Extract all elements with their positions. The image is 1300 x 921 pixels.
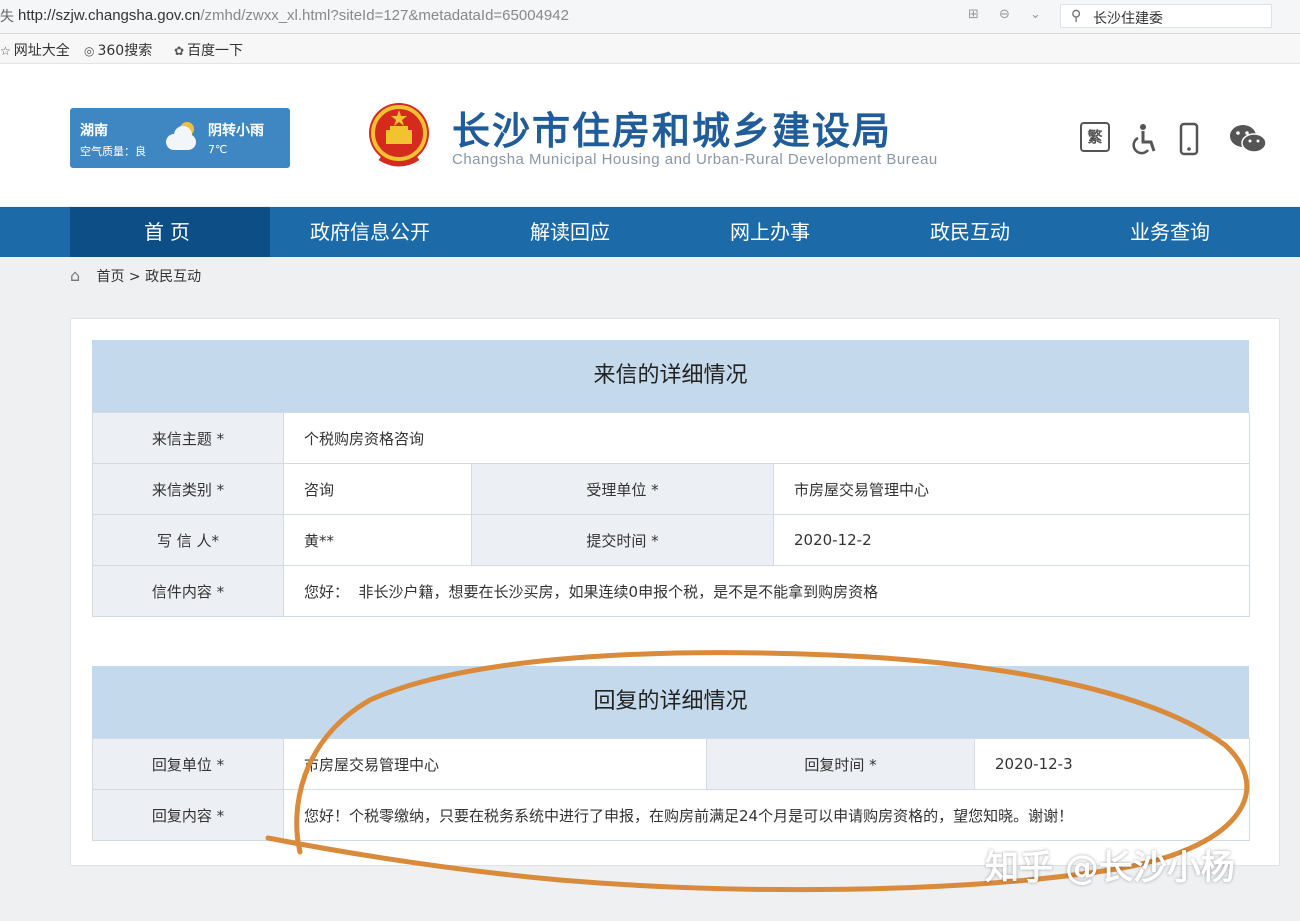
national-emblem-icon xyxy=(369,103,429,167)
letter-section-heading: 来信的详细情况 xyxy=(92,340,1249,412)
nav-interpretation[interactable]: 解读回应 xyxy=(470,207,670,257)
reply-details-table: 回复单位 * 市房屋交易管理中心 回复时间 * 2020-12-3 回复内容 *… xyxy=(92,738,1250,841)
dept-value: 市房屋交易管理中心 xyxy=(773,463,1250,515)
wechat-icon[interactable] xyxy=(1228,122,1268,156)
reply-content-label: 回复内容 * xyxy=(92,789,284,841)
zhihu-watermark: 知乎 @长沙小杨 xyxy=(985,848,1235,888)
search-icon: ⚲ xyxy=(1071,8,1082,24)
table-row: 回复内容 * 您好！个税零缴纳，只要在税务系统中进行了申报，在购房前满足24个月… xyxy=(92,789,1250,841)
nav-query[interactable]: 业务查询 xyxy=(1070,207,1270,257)
reply-time-label: 回复时间 * xyxy=(706,738,975,790)
nav-home[interactable]: 首页 xyxy=(70,207,270,257)
subject-value: 个税购房资格咨询 xyxy=(283,412,1250,464)
content-card: 来信的详细情况 来信主题 * 个税购房资格咨询 来信类别 * 咨询 受理单位 *… xyxy=(70,318,1280,866)
breadcrumb-current[interactable]: 政民互动 xyxy=(145,269,201,285)
accessibility-icon[interactable] xyxy=(1126,122,1160,156)
nav-gov-info[interactable]: 政府信息公开 xyxy=(270,207,470,257)
table-row: 回复单位 * 市房屋交易管理中心 回复时间 * 2020-12-3 xyxy=(92,738,1250,790)
air-quality: 空气质量：良 xyxy=(80,145,146,158)
browser-search-text: 长沙住建委 xyxy=(1093,11,1163,27)
url-path: /zmhd/zwxx_xl.html?siteId=127&metadataId… xyxy=(200,7,569,24)
table-row: 来信主题 * 个税购房资格咨询 xyxy=(92,412,1250,464)
site-title-english: Changsha Municipal Housing and Urban-Rur… xyxy=(452,151,938,168)
mobile-icon[interactable] xyxy=(1172,122,1206,156)
dept-label: 受理单位 * xyxy=(471,463,774,515)
letter-details-table: 来信主题 * 个税购房资格咨询 来信类别 * 咨询 受理单位 * 市房屋交易管理… xyxy=(92,412,1250,617)
url-field[interactable]: http://szjw.changsha.gov.cn/zmhd/zwxx_xl… xyxy=(18,7,569,24)
address-tools-icons[interactable]: ⊞ ⊖ ⌄ xyxy=(968,7,1049,22)
writer-label: 写 信 人* xyxy=(92,514,284,566)
browser-search-box[interactable]: ⚲ 长沙住建委 xyxy=(1060,4,1272,28)
breadcrumb-home[interactable]: 首页 xyxy=(96,269,124,285)
submit-time-label: 提交时间 * xyxy=(471,514,774,566)
breadcrumb: ⌂ 首页 > 政民互动 xyxy=(70,266,201,286)
browser-address-bar: 失 http://szjw.changsha.gov.cn/zmhd/zwxx_… xyxy=(0,0,1300,34)
traditional-chinese-button[interactable]: 繁 xyxy=(1080,122,1114,156)
weather-temperature: 7℃ xyxy=(208,143,228,156)
cloud-sun-icon xyxy=(162,122,198,158)
bookmark-2[interactable]: ◎ 360搜索 xyxy=(84,40,152,60)
nav-interaction[interactable]: 政民互动 xyxy=(870,207,1070,257)
nav-online-services[interactable]: 网上办事 xyxy=(670,207,870,257)
reply-unit-label: 回复单位 * xyxy=(92,738,284,790)
weather-widget: 湖南 空气质量：良 阴转小雨 7℃ xyxy=(70,108,290,168)
site-title: 长沙市住房和城乡建设局 xyxy=(452,109,893,153)
search-engine-icon: ◎ xyxy=(84,44,95,58)
writer-value: 黄** xyxy=(283,514,472,566)
breadcrumb-separator: > xyxy=(128,269,141,285)
weather-city: 湖南 xyxy=(80,123,108,139)
reply-time-value: 2020-12-3 xyxy=(974,738,1250,790)
bookmarks-bar: ☆ 网址大全 ◎ 360搜索 ✿ 百度一下 xyxy=(0,34,1300,64)
main-nav: 首页 政府信息公开 解读回应 网上办事 政民互动 业务查询 xyxy=(0,207,1300,257)
bookmark-1[interactable]: ☆ 网址大全 xyxy=(0,40,70,60)
submit-time-value: 2020-12-2 xyxy=(773,514,1250,566)
category-value: 咨询 xyxy=(283,463,472,515)
reply-unit-value: 市房屋交易管理中心 xyxy=(283,738,707,790)
letter-content-value: 您好： 非长沙户籍，想要在长沙买房，如果连续0申报个税，是不是不能拿到购房资格 xyxy=(283,565,1250,617)
category-label: 来信类别 * xyxy=(92,463,284,515)
table-row: 写 信 人* 黄** 提交时间 * 2020-12-2 xyxy=(92,514,1250,566)
reply-content-value: 您好！个税零缴纳，只要在税务系统中进行了申报，在购房前满足24个月是可以申请购房… xyxy=(283,789,1250,841)
address-prefix: 失 xyxy=(0,9,14,25)
star-icon: ☆ xyxy=(0,44,11,58)
paw-icon: ✿ xyxy=(174,44,185,58)
content-label: 信件内容 * xyxy=(92,565,284,617)
reply-section-heading: 回复的详细情况 xyxy=(92,666,1249,738)
url-host: http://szjw.changsha.gov.cn xyxy=(18,7,201,24)
weather-condition: 阴转小雨 xyxy=(208,123,264,139)
bookmark-3[interactable]: ✿ 百度一下 xyxy=(174,40,243,60)
table-row: 来信类别 * 咨询 受理单位 * 市房屋交易管理中心 xyxy=(92,463,1250,515)
table-row: 信件内容 * 您好： 非长沙户籍，想要在长沙买房，如果连续0申报个税，是不是不能… xyxy=(92,565,1250,617)
site-header: 湖南 空气质量：良 阴转小雨 7℃ 长沙市住房和城乡建设局 Changsha M… xyxy=(0,64,1300,206)
home-icon[interactable]: ⌂ xyxy=(70,266,92,285)
subject-label: 来信主题 * xyxy=(92,412,284,464)
